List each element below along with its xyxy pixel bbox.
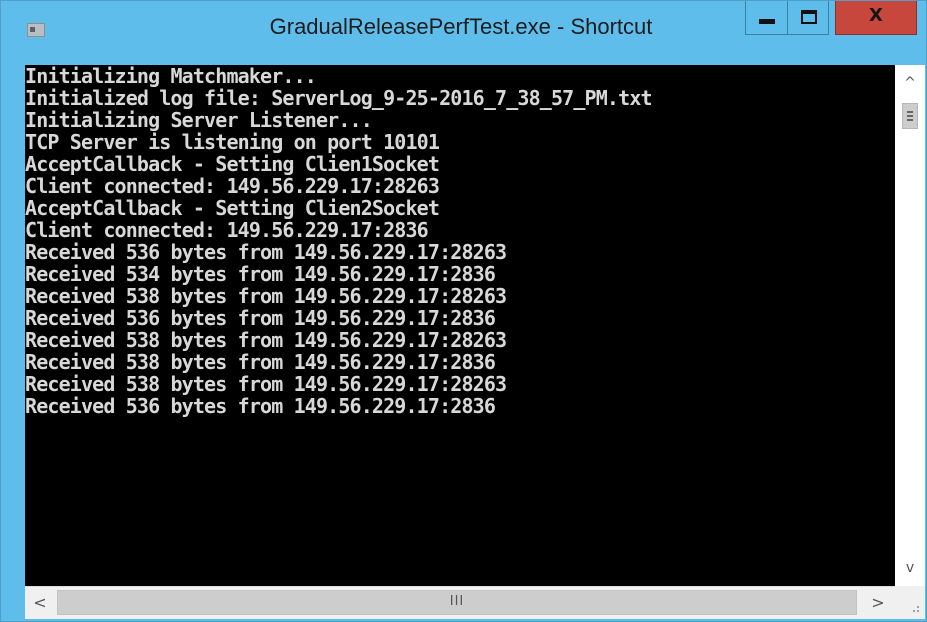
scroll-right-icon[interactable]: > (861, 587, 895, 619)
grip-dot (917, 610, 919, 612)
console-line: AcceptCallback - Setting Clien2Socket (25, 196, 440, 220)
console-line: Received 536 bytes from 149.56.229.17:28… (25, 394, 496, 418)
console-line: Received 536 bytes from 149.56.229.17:28… (25, 306, 496, 330)
maximize-icon (801, 10, 817, 24)
grip-line (907, 115, 913, 117)
console-output[interactable]: Initializing Matchmaker... Initialized l… (25, 65, 895, 586)
console-line: Received 536 bytes from 149.56.229.17:28… (25, 240, 507, 264)
minimize-button[interactable] (745, 1, 787, 35)
console-app-icon[interactable] (27, 23, 45, 37)
console-line: Received 538 bytes from 149.56.229.17:28… (25, 350, 496, 374)
console-line: Received 538 bytes from 149.56.229.17:28… (25, 372, 507, 396)
horizontal-scrollbar[interactable]: < III > (25, 586, 895, 619)
console-line: Initializing Matchmaker... (25, 65, 317, 88)
close-icon: X (869, 5, 883, 26)
scroll-up-icon[interactable]: ^ (895, 65, 925, 101)
horizontal-scroll-thumb[interactable]: III (57, 590, 857, 615)
scroll-left-icon[interactable]: < (25, 587, 55, 619)
console-line: Initialized log file: ServerLog_9-25-201… (25, 86, 653, 110)
window-title: GradualReleasePerfTest.exe - Shortcut (269, 14, 653, 39)
console-line: Client connected: 149.56.229.17:28263 (25, 174, 440, 198)
grip-dot (917, 606, 919, 608)
console-line: Received 534 bytes from 149.56.229.17:28… (25, 262, 496, 286)
grip-line (907, 111, 913, 113)
close-button[interactable]: X (835, 1, 917, 35)
grip-line (907, 119, 913, 121)
minimize-icon (759, 19, 775, 24)
scroll-down-icon[interactable]: v (895, 550, 925, 586)
vertical-scroll-thumb[interactable] (902, 103, 918, 129)
title-bar[interactable]: GradualReleasePerfTest.exe - Shortcut X (1, 1, 926, 47)
grip-dot (913, 610, 915, 612)
console-line: Initializing Server Listener... (25, 108, 373, 132)
console-line: Received 538 bytes from 149.56.229.17:28… (25, 328, 507, 352)
maximize-button[interactable] (787, 1, 829, 35)
console-lines: Initializing Matchmaker... Initialized l… (25, 65, 895, 417)
console-line: Client connected: 149.56.229.17:2836 (25, 218, 429, 242)
console-line: AcceptCallback - Setting Clien1Socket (25, 152, 440, 176)
vertical-scrollbar[interactable]: ^ v (895, 65, 925, 586)
console-line: TCP Server is listening on port 10101 (25, 130, 440, 154)
console-line: Received 538 bytes from 149.56.229.17:28… (25, 284, 507, 308)
resize-grip-icon[interactable] (895, 586, 925, 619)
console-window: GradualReleasePerfTest.exe - Shortcut X … (0, 0, 927, 622)
